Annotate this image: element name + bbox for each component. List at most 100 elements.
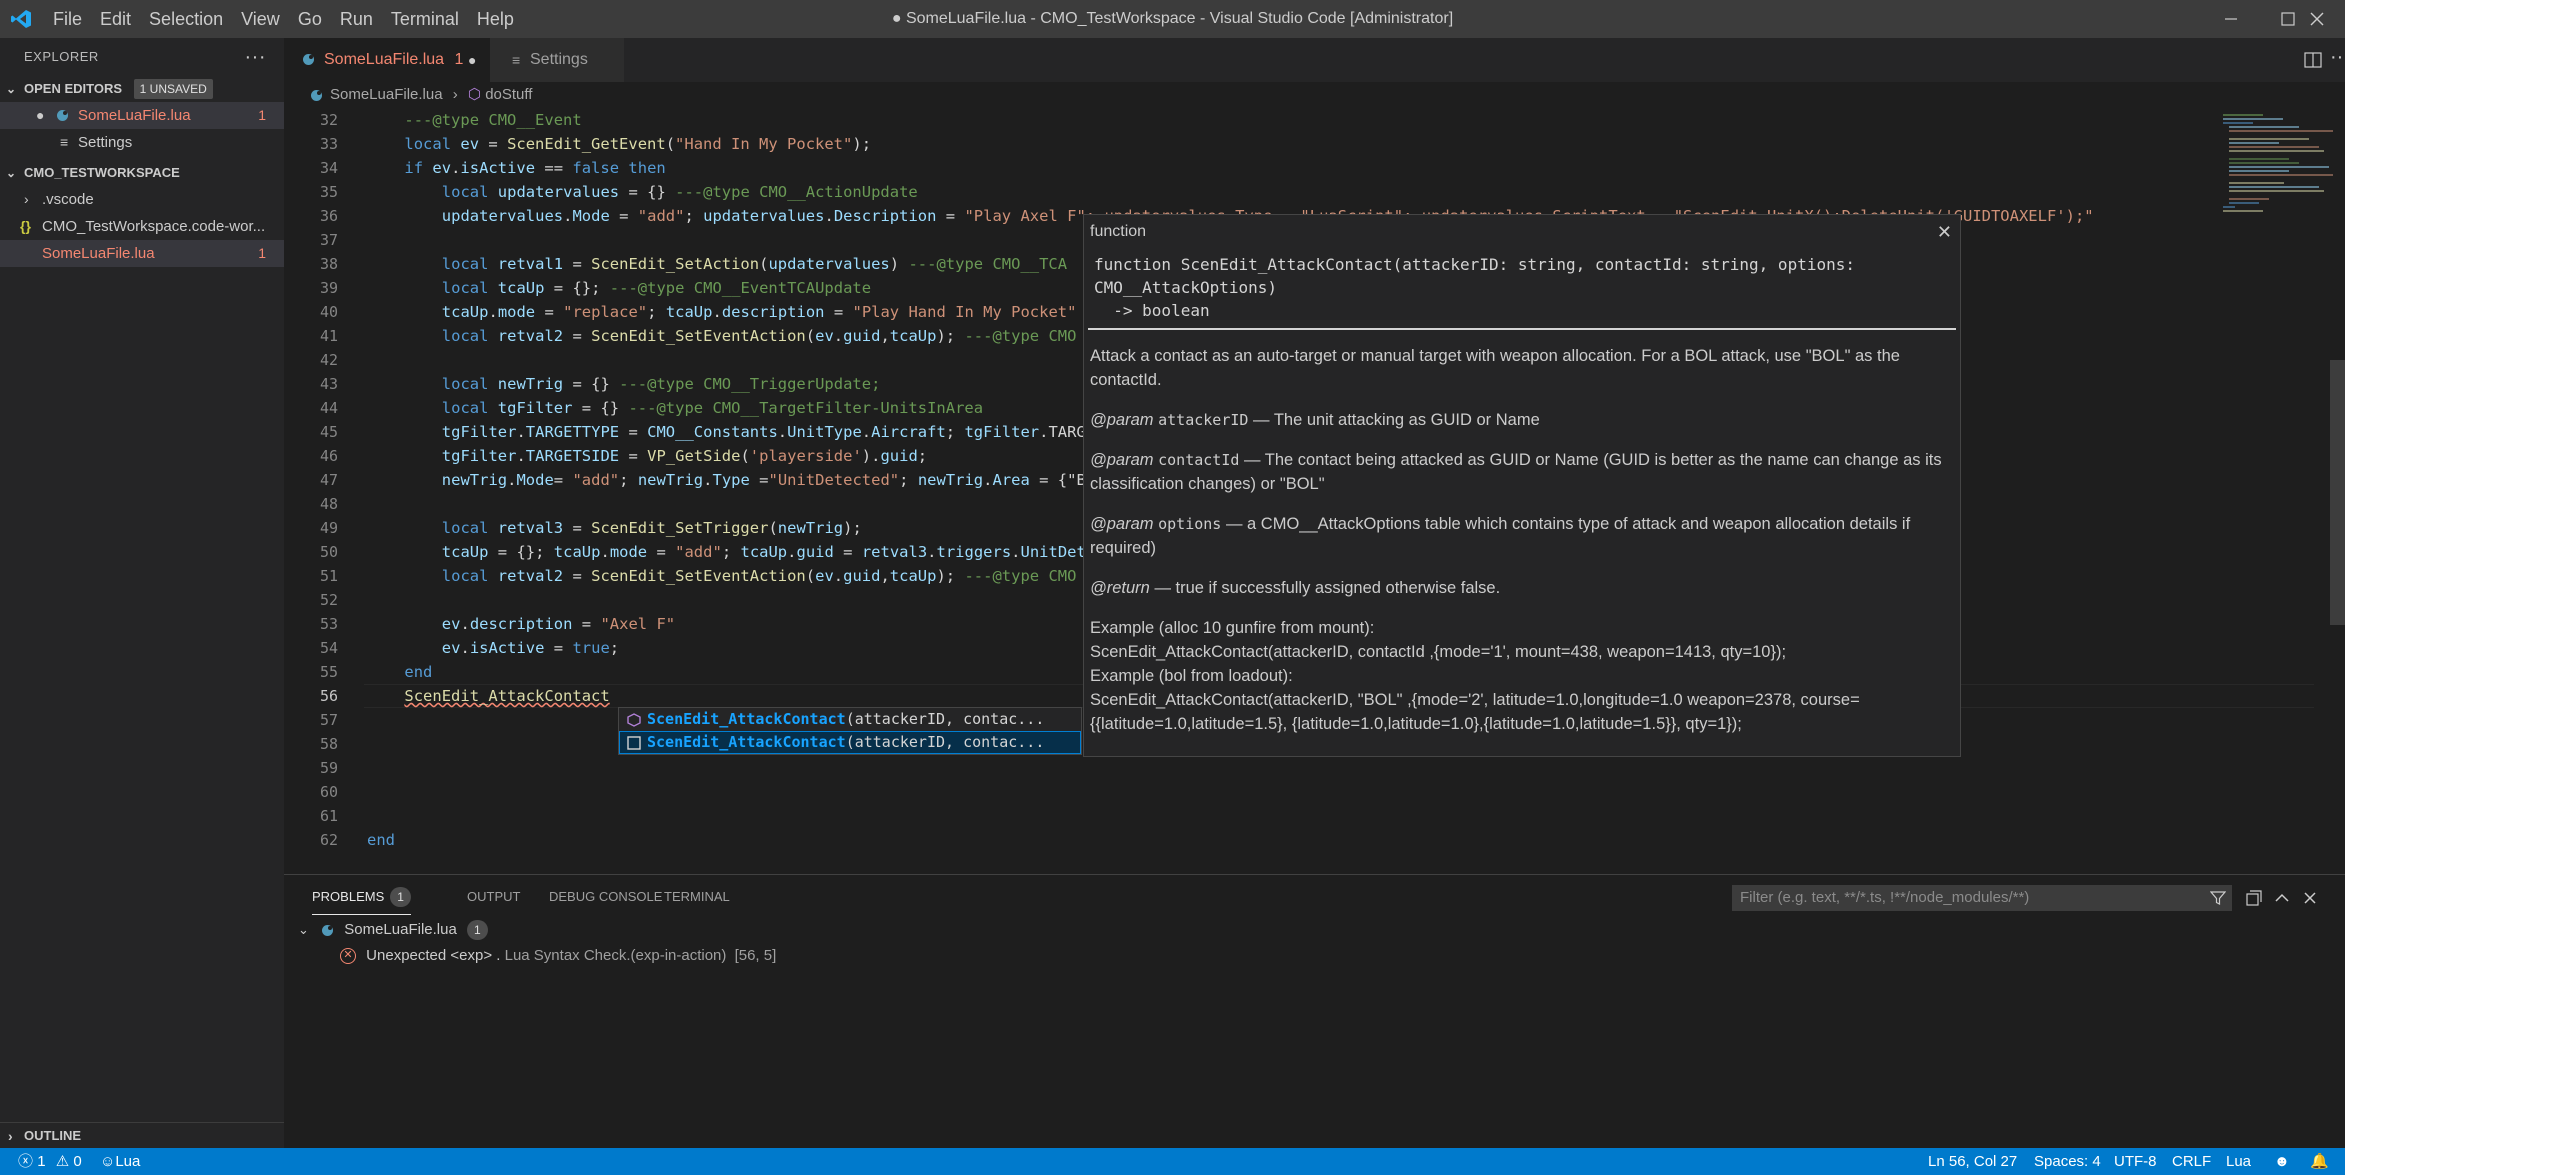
code-token: ScenEdit_SetAction [591,255,760,273]
end-of-line[interactable]: CRLF [2172,1148,2211,1175]
file-label: CMO_TestWorkspace.code-wor... [42,218,266,235]
open-editors-header[interactable]: ⌄ OPEN EDITORS 1 UNSAVED [0,76,284,102]
problems-status[interactable]: ⓧ 1 ⚠ 0 [18,1148,82,1175]
breadcrumb-symbol[interactable]: doStuff [485,86,532,103]
lua-status[interactable]: ☺Lua [100,1148,140,1175]
collapse-all-icon[interactable] [2244,887,2264,909]
more-actions-icon[interactable]: ··· [2330,46,2345,69]
line-number: 58 [319,735,338,753]
code-line[interactable]: tcaUp.mode = "replace"; tcaUp.descriptio… [442,300,1077,324]
code-token: = [563,327,592,345]
code-line[interactable]: tgFilter.TARGETSIDE = VP_GetSide('player… [442,444,927,468]
open-editor-item-somelua[interactable]: ● SomeLuaFile.lua 1 [0,102,284,129]
menu-item-terminal[interactable]: Terminal [382,0,468,38]
close-window-button[interactable] [2288,0,2345,38]
tab-somelua[interactable]: SomeLuaFile.lua 1 ● [284,38,490,82]
menu-item-edit[interactable]: Edit [91,0,140,38]
vertical-scrollbar[interactable] [2330,360,2345,625]
code-line[interactable]: tgFilter.TARGETTYPE = CMO__Constants.Uni… [442,420,1170,444]
language-mode[interactable]: Lua [2226,1148,2251,1175]
code-line[interactable]: local retval2 = ScenEdit_SetEventAction(… [442,564,1077,588]
menu-item-selection[interactable]: Selection [140,0,232,38]
line-number: 51 [319,567,338,585]
code-token: = {} [619,183,676,201]
code-token: = {}; [488,543,554,561]
code-line[interactable]: local newTrig = {} ---@type CMO__Trigger… [442,372,881,396]
menu-item-help[interactable]: Help [468,0,523,38]
code-line[interactable]: local retval1 = ScenEdit_SetAction(updat… [442,252,1067,276]
code-token: isActive [460,159,536,177]
lua-file-icon [311,90,322,101]
code-line[interactable]: local ev = ScenEdit_GetEvent("Hand In My… [404,132,871,156]
file-item-workspace[interactable]: {} CMO_TestWorkspace.code-wor... [0,213,284,240]
error-count: 1 [37,1153,46,1170]
code-line[interactable]: end [404,660,432,684]
code-token: local [441,183,498,201]
file-item-somelua[interactable]: SomeLuaFile.lua 1 [0,240,284,267]
code-token: guid [796,543,834,561]
menu-item-file[interactable]: File [44,0,91,38]
tab-problems[interactable]: PROBLEMS 1 [312,885,411,915]
file-label: SomeLuaFile.lua [42,245,155,262]
example-line: Example (alloc 10 gunfire from mount): [1090,619,1375,637]
code-line[interactable]: ev.isActive = true; [442,636,619,660]
code-token: if [404,159,433,177]
notifications-bell-icon[interactable]: 🔔 [2310,1148,2329,1175]
code-line[interactable]: local tcaUp = {}; ---@type CMO__EventTCA… [442,276,871,300]
dirty-dot-icon[interactable]: ● [36,102,44,129]
tab-settings[interactable]: ≡ Settings [490,38,624,82]
problem-file-row[interactable]: ⌄ SomeLuaFile.lua 1 [298,917,488,943]
menu-item-view[interactable]: View [232,0,289,38]
menu-item-run[interactable]: Run [331,0,382,38]
outline-label: OUTLINE [24,1128,82,1143]
breadcrumb-file[interactable]: SomeLuaFile.lua [330,86,443,103]
dirty-dot-icon[interactable]: ● [468,38,476,82]
tab-debug-console[interactable]: DEBUG CONSOLE [549,885,662,915]
encoding[interactable]: UTF-8 [2114,1148,2157,1175]
feedback-icon[interactable]: ☻ [2274,1148,2290,1175]
code-line[interactable]: ScenEdit_AttackContact [404,684,609,708]
problem-row[interactable]: ✕ Unexpected <exp> . Lua Syntax Check.(e… [340,943,776,969]
cursor-position[interactable]: Ln 56, Col 27 [1928,1148,2017,1175]
code-line[interactable]: if ev.isActive == false then [404,156,665,180]
minimap[interactable] [2213,108,2334,874]
code-line[interactable]: local retval2 = ScenEdit_SetEventAction(… [442,324,1077,348]
code-line[interactable]: local retval3 = ScenEdit_SetTrigger(newT… [442,516,862,540]
menu-item-go[interactable]: Go [289,0,331,38]
code-token: ScenEdit_SetTrigger [591,519,769,537]
code-line[interactable]: local updatervalues = {} ---@type CMO__A… [442,180,918,204]
tab-output[interactable]: OUTPUT [467,885,520,915]
outline-header[interactable]: › OUTLINE [0,1122,284,1148]
code-token: Type [712,471,750,489]
split-editor-icon[interactable] [2304,52,2322,68]
code-line[interactable]: local tgFilter = {} ---@type CMO__Target… [442,396,983,420]
code-line[interactable]: tcaUp = {}; tcaUp.mode = "add"; tcaUp.gu… [442,540,1133,564]
suggestion-item-selected[interactable]: ScenEdit_AttackContact(attackerID, conta… [619,731,1081,754]
problems-filter-input[interactable]: Filter (e.g. text, **/*.ts, !**/node_mod… [1732,885,2232,911]
open-editor-item-settings[interactable]: ≡ Settings [0,129,284,156]
close-panel-icon[interactable] [2300,887,2320,909]
indentation[interactable]: Spaces: 4 [2034,1148,2101,1175]
minimize-button[interactable] [2202,0,2259,38]
code-line[interactable]: end [367,828,395,852]
problem-file-count: 1 [467,920,488,940]
code-token: tcaUp [665,303,713,321]
line-number: 44 [319,399,338,417]
filter-icon[interactable] [2210,890,2226,906]
code-token: Area [992,471,1030,489]
workspace-header[interactable]: ⌄ CMO_TESTWORKSPACE [0,160,284,186]
chevron-up-icon[interactable] [2272,887,2292,909]
chevron-down-icon: ⌄ [298,922,309,937]
close-icon[interactable]: ✕ [1937,215,1952,249]
folder-item-vscode[interactable]: › .vscode [0,186,284,213]
code-line[interactable]: ---@type CMO__Event [404,108,581,132]
code-line[interactable]: ev.description = "Axel F" [442,612,675,636]
return-text: — true if successfully assigned otherwis… [1154,579,1501,597]
code-token: 'playerside' [749,447,862,465]
chevron-right-icon: › [8,1128,13,1144]
suggestion-item[interactable]: ScenEdit_AttackContact(attackerID, conta… [619,708,1081,731]
more-actions-icon[interactable]: ··· [245,38,266,76]
tab-terminal[interactable]: TERMINAL [664,885,730,915]
code-token: . [787,543,797,561]
